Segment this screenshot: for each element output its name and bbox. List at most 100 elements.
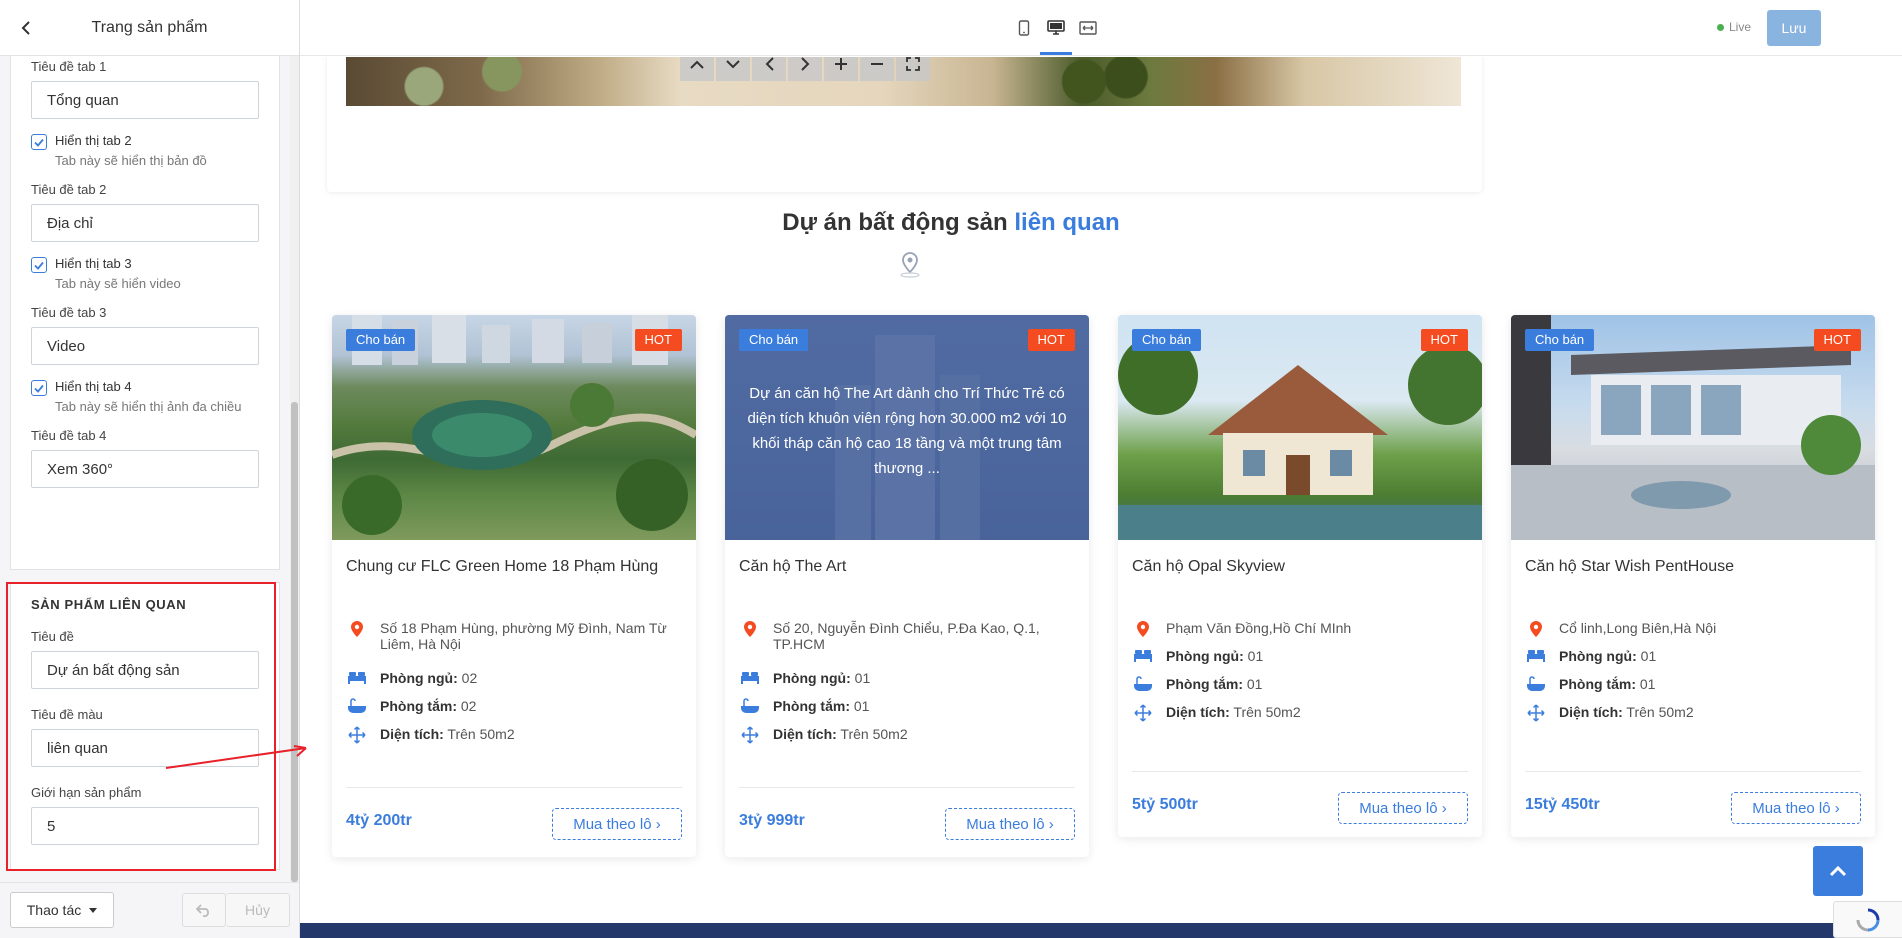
tab2-title-input[interactable] [31,204,259,242]
show-tab3-checkbox[interactable] [31,257,47,273]
map-marker-icon [351,621,363,637]
product-area: Diện tích: Trên 50m2 [1525,704,1861,722]
area-label: Diện tích: [1166,704,1230,720]
area-value: Trên 50m2 [840,726,908,742]
product-price: 3tỷ 999tr [739,812,805,829]
undo-button[interactable] [182,893,226,927]
up-arrow-icon[interactable] [680,57,714,81]
recaptcha-badge[interactable] [1833,901,1902,938]
area-label: Diện tích: [1559,704,1623,720]
left-arrow-icon[interactable] [752,57,786,81]
address-text: Cổ linh,Long Biên,Hà Nội [1559,620,1717,636]
zoom-out-icon[interactable] [860,57,894,81]
fullwidth-view-icon[interactable] [1076,16,1100,40]
back-arrow-icon[interactable] [14,16,38,40]
buy-lot-button[interactable]: Mua theo lô › [1338,792,1468,824]
hot-badge: HOT [1420,329,1468,351]
card-divider [1525,771,1861,772]
desktop-view-icon[interactable] [1044,16,1068,40]
undo-icon [196,904,209,917]
bathrooms-value: 01 [1639,676,1656,692]
bathrooms-label: Phòng tắm: [380,698,457,714]
section-title: Dự án bất động sản liên quan [300,209,1602,237]
tab1-title-input[interactable] [31,81,259,119]
bathrooms-label: Phòng tắm: [1559,676,1636,692]
bedrooms-value: 01 [1247,648,1264,664]
area-arrows-icon [741,726,759,744]
area-label: Diện tích: [380,726,444,742]
down-arrow-icon[interactable] [716,57,750,81]
area-arrows-icon [348,726,366,744]
annotation-highlight-box [6,582,276,871]
tab4-title-input[interactable] [31,450,259,488]
sidebar-scrollbar-thumb[interactable] [291,402,298,882]
product-card[interactable]: Cho bán HOT Căn hộ Star Wish PentHouse C… [1511,315,1875,837]
live-status: Live [1717,20,1751,34]
product-name[interactable]: Chung cư FLC Green Home 18 Phạm Hùng [346,558,682,576]
buy-lot-button[interactable]: Mua theo lô › [945,808,1075,840]
area-value: Trên 50m2 [447,726,515,742]
panorama-image[interactable] [346,57,1461,106]
zoom-in-icon[interactable] [824,57,858,81]
status-badge: Cho bán [346,329,416,351]
buy-lot-button[interactable]: Mua theo lô › [1731,792,1861,824]
section-title-main: Dự án bất động sản [782,209,1008,236]
fullscreen-icon[interactable] [896,57,930,81]
right-arrow-icon[interactable] [788,57,822,81]
product-name[interactable]: Căn hộ Star Wish PentHouse [1525,558,1861,576]
section-title-highlight: liên quan [1014,209,1120,236]
bed-icon [741,672,759,684]
product-address: Cổ linh,Long Biên,Hà Nội [1525,620,1861,638]
show-tab4-hint: Tab này sẽ hiển thị ảnh đa chiều [55,399,242,414]
product-card[interactable]: Cho bán HOT Căn hộ Opal Skyview Phạm Văn… [1118,315,1482,837]
hot-badge: HOT [1027,329,1075,351]
sidebar-footer: Thao tác Hủy [0,882,299,938]
card-divider [1132,771,1468,772]
product-name[interactable]: Căn hộ Opal Skyview [1132,558,1468,576]
location-pin-icon [900,252,920,278]
product-card[interactable]: Dự án căn hộ The Art dành cho Trí Thức T… [725,315,1089,857]
address-text: Số 18 Phạm Hùng, phường Mỹ Đình, Nam Từ … [380,620,667,652]
tab4-title-label: Tiêu đề tab 4 [31,428,107,443]
caret-down-icon [89,907,98,913]
area-value: Trên 50m2 [1233,704,1301,720]
site-footer-strip [300,923,1902,938]
product-image[interactable]: Cho bán HOT [1118,315,1482,540]
live-dot-icon [1717,23,1724,31]
actions-dropdown-button[interactable]: Thao tác [10,892,114,928]
product-card[interactable]: Cho bán HOT Chung cư FLC Green Home 18 P… [332,315,696,857]
status-badge: Cho bán [739,329,809,351]
product-image[interactable]: Cho bán HOT [332,315,696,540]
product-bathrooms: Phòng tắm: 01 [1525,676,1861,692]
bathrooms-value: 01 [1246,676,1263,692]
address-text: Phạm Văn Đồng,Hồ Chí MInh [1166,620,1352,636]
media-viewer-card [327,57,1482,192]
show-tab4-label: Hiển thị tab 4 [55,379,132,394]
tab3-title-input[interactable] [31,327,259,365]
mobile-view-icon[interactable] [1012,16,1036,40]
bathrooms-value: 02 [460,698,477,714]
cancel-button[interactable]: Hủy [226,893,290,927]
product-bedrooms: Phòng ngủ: 02 [346,670,682,686]
recaptcha-icon [1856,908,1880,931]
show-tab3-hint: Tab này sẽ hiển video [55,276,181,291]
show-tab4-checkbox[interactable] [31,380,47,396]
product-name[interactable]: Căn hộ The Art [739,558,1075,576]
chevron-up-icon [1829,865,1847,876]
area-value: Trên 50m2 [1626,704,1694,720]
bedrooms-label: Phòng ngủ: [1559,648,1637,664]
buy-lot-button[interactable]: Mua theo lô › [552,808,682,840]
save-button[interactable]: Lưu [1767,10,1821,46]
map-marker-icon [744,621,756,637]
show-tab2-label: Hiển thị tab 2 [55,133,132,148]
area-arrows-icon [1134,704,1152,722]
scroll-to-top-button[interactable] [1813,846,1863,896]
bedrooms-value: 01 [1640,648,1657,664]
product-image[interactable]: Dự án căn hộ The Art dành cho Trí Thức T… [725,315,1089,540]
hot-badge: HOT [634,329,682,351]
card-divider [346,787,682,788]
show-tab2-checkbox[interactable] [31,134,47,150]
product-address: Số 20, Nguyễn Đình Chiểu, P.Đa Kao, Q.1,… [739,620,1075,652]
bed-icon [1134,650,1152,662]
product-image[interactable]: Cho bán HOT [1511,315,1875,540]
